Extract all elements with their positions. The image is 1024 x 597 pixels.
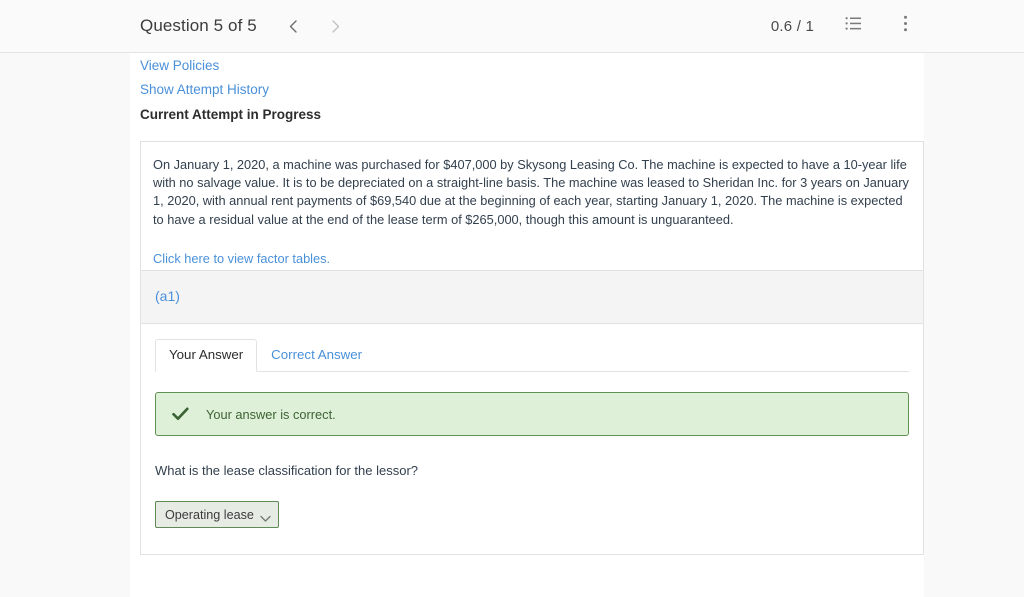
score-display: 0.6 / 1 [770, 17, 814, 35]
alert-message: Your answer is correct. [206, 406, 336, 422]
tab-correct-answer[interactable]: Correct Answer [257, 339, 376, 372]
next-question-button[interactable] [321, 11, 351, 41]
answer-tabs: Your Answer Correct Answer [155, 339, 909, 372]
answer-correct-alert: Your answer is correct. [155, 392, 909, 436]
check-icon [170, 404, 190, 424]
page-title: Question 5 of 5 [140, 16, 257, 35]
show-attempt-history-link[interactable]: Show Attempt History [140, 83, 269, 97]
chevron-right-icon [329, 19, 342, 34]
part-label: (a1) [155, 288, 180, 304]
previous-question-button[interactable] [279, 11, 309, 41]
list-icon [845, 16, 862, 36]
part-a1-body: Your Answer Correct Answer Your answer i… [141, 324, 923, 554]
part-a1-header: (a1) [141, 271, 923, 324]
chevron-left-icon [287, 19, 300, 34]
part-a1-section: (a1) Your Answer Correct Answer Your ans… [140, 270, 924, 555]
tab-your-answer[interactable]: Your Answer [155, 339, 258, 372]
content-column: View Policies Show Attempt History Curre… [130, 53, 924, 597]
question-nav [279, 11, 351, 41]
page-root: Question 5 of 5 0.6 / 1 View Policies Sh… [0, 0, 1024, 597]
lease-classification-select[interactable]: Operating lease [155, 501, 279, 528]
answer-prompt: What is the lease classification for the… [155, 463, 419, 478]
question-header-bar: Question 5 of 5 0.6 / 1 [0, 0, 1024, 53]
question-list-button[interactable] [838, 11, 868, 41]
factor-tables-link[interactable]: Click here to view factor tables. [153, 251, 911, 266]
question-body-text: On January 1, 2020, a machine was purcha… [153, 157, 909, 227]
current-attempt-label: Current Attempt in Progress [140, 107, 322, 122]
lease-classification-select-wrap: Operating lease [155, 501, 279, 528]
more-options-button[interactable] [890, 11, 920, 41]
kebab-menu-icon [903, 15, 908, 37]
view-policies-link[interactable]: View Policies [140, 59, 219, 73]
header-right-group: 0.6 / 1 [771, 11, 920, 41]
header-left-group: Question 5 of 5 [140, 11, 351, 41]
